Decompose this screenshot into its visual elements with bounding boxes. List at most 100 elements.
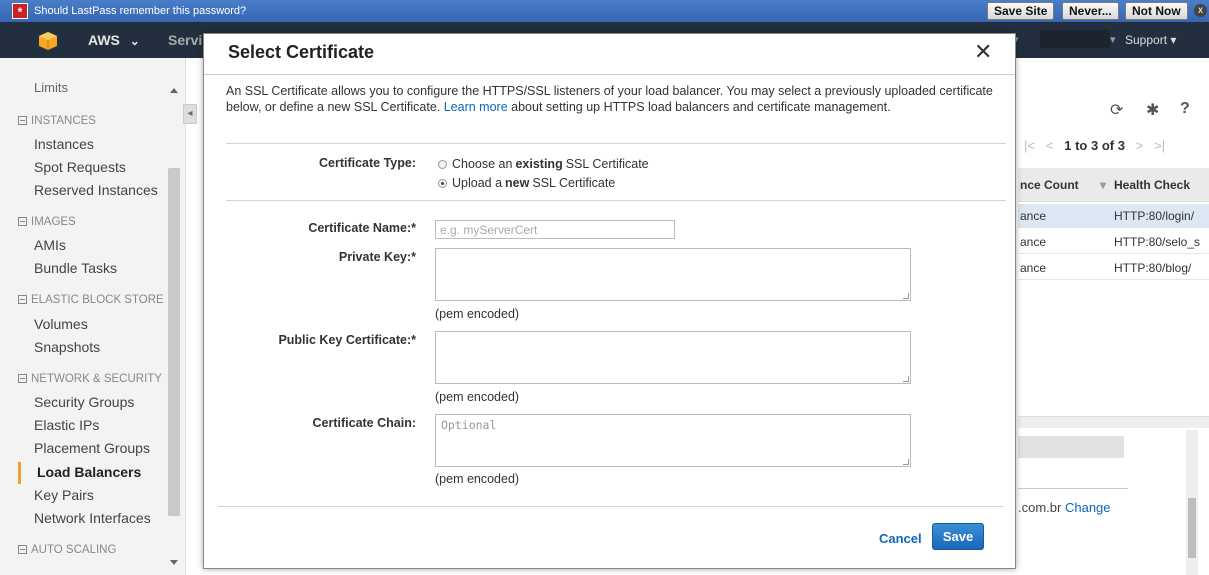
sidebar: Limits INSTANCES Instances Spot Requests…: [0, 58, 186, 575]
first-page-icon[interactable]: |<: [1024, 138, 1035, 153]
table-row[interactable]: ance HTTP:80/blog/: [1018, 256, 1209, 280]
scroll-up-icon[interactable]: [170, 88, 178, 93]
aws-brand-label: AWS: [88, 32, 120, 48]
refresh-icon[interactable]: ⟳: [1110, 100, 1123, 120]
sidebar-scrollbar[interactable]: [168, 168, 180, 516]
table-row[interactable]: ance HTTP:80/selo_s: [1018, 230, 1209, 254]
sidebar-section-auto-scaling[interactable]: AUTO SCALING: [18, 544, 116, 556]
prev-page-icon[interactable]: <: [1046, 138, 1054, 153]
services-menu[interactable]: Servi: [168, 32, 202, 48]
divider: [226, 200, 1006, 201]
sidebar-item-load-balancers[interactable]: Load Balancers: [37, 464, 141, 480]
dialog-title: Select Certificate: [228, 42, 375, 62]
certificate-name-input[interactable]: e.g. myServerCert: [435, 220, 675, 239]
divider: [204, 74, 1015, 75]
collapse-sidebar-icon[interactable]: ◂: [183, 104, 197, 124]
support-label: Support: [1125, 33, 1168, 47]
dns-name: .com.br Change: [1018, 500, 1111, 515]
sidebar-item-network-interfaces[interactable]: Network Interfaces: [34, 510, 151, 526]
save-site-button[interactable]: Save Site: [987, 2, 1055, 20]
column-instance-count[interactable]: nce Count: [1020, 178, 1079, 192]
sidebar-item-elastic-ips[interactable]: Elastic IPs: [34, 417, 99, 433]
select-certificate-dialog: Select Certificate ✕ An SSL Certificate …: [203, 33, 1016, 569]
collapse-icon: [18, 545, 27, 554]
sidebar-section-images[interactable]: IMAGES: [18, 216, 76, 228]
resize-handle[interactable]: [903, 459, 909, 465]
cancel-button[interactable]: Cancel: [879, 531, 922, 546]
sidebar-item-placement-groups[interactable]: Placement Groups: [34, 440, 150, 456]
collapse-icon: [18, 295, 27, 304]
load-balancer-list: ⟳ ✱ ? |< < 1 to 3 of 3 > >| nce Count ▾ …: [1018, 58, 1209, 575]
not-now-button[interactable]: Not Now: [1125, 2, 1188, 20]
collapse-icon: [18, 217, 27, 226]
lastpass-close-icon[interactable]: x: [1194, 4, 1207, 17]
private-key-textarea[interactable]: [435, 248, 911, 301]
sidebar-item-security-groups[interactable]: Security Groups: [34, 394, 134, 410]
public-key-textarea[interactable]: [435, 331, 911, 384]
sidebar-section-ebs[interactable]: ELASTIC BLOCK STORE: [18, 294, 164, 306]
aws-cube-icon[interactable]: [38, 31, 58, 51]
sidebar-item-spot-requests[interactable]: Spot Requests: [34, 159, 126, 175]
chevron-down-icon: ▾: [1110, 34, 1116, 46]
aws-menu[interactable]: AWS ⌄: [88, 32, 140, 48]
certificate-name-label: Certificate Name:*: [308, 221, 416, 235]
dialog-description: An SSL Certificate allows you to configu…: [226, 84, 993, 114]
chevron-down-icon: ⌄: [129, 34, 140, 48]
sort-icon[interactable]: ▾: [1100, 178, 1106, 192]
column-health-check[interactable]: Health Check: [1114, 178, 1190, 192]
resize-handle[interactable]: [903, 293, 909, 299]
sidebar-item-bundle-tasks[interactable]: Bundle Tasks: [34, 260, 117, 276]
radio-button[interactable]: [438, 159, 447, 169]
private-key-label: Private Key:*: [338, 250, 416, 264]
certificate-type-label: Certificate Type:: [318, 156, 416, 170]
private-key-hint: (pem encoded): [435, 307, 520, 321]
sidebar-item-amis[interactable]: AMIs: [34, 237, 66, 253]
learn-more-link[interactable]: Learn more: [444, 100, 508, 114]
sidebar-item-key-pairs[interactable]: Key Pairs: [34, 487, 94, 503]
support-menu[interactable]: Support ▾: [1125, 33, 1176, 47]
save-button[interactable]: Save: [932, 523, 984, 550]
pagination: |< < 1 to 3 of 3 > >|: [1024, 138, 1165, 153]
divider: [226, 143, 1006, 144]
certificate-chain-textarea[interactable]: Optional: [435, 414, 911, 467]
active-indicator: [18, 462, 21, 484]
certificate-chain-label: Certificate Chain:: [312, 416, 417, 430]
sidebar-section-network-security[interactable]: NETWORK & SECURITY: [18, 373, 162, 385]
resize-handle[interactable]: [903, 376, 909, 382]
sidebar-item-reserved-instances[interactable]: Reserved Instances: [34, 182, 158, 198]
divider: [218, 506, 1004, 507]
lastpass-icon: *: [12, 3, 28, 19]
never-button[interactable]: Never...: [1062, 2, 1119, 20]
table-header: nce Count ▾ Health Check: [1018, 168, 1209, 202]
gear-icon[interactable]: ✱: [1146, 100, 1159, 120]
radio-new-certificate[interactable]: Upload a new SSL Certificate: [438, 176, 615, 190]
divider: [1018, 488, 1128, 489]
table-row[interactable]: ance HTTP:80/login/: [1018, 204, 1209, 228]
collapse-icon: [18, 374, 27, 383]
public-key-label: Public Key Certificate:*: [278, 333, 416, 347]
lastpass-bar: * Should LastPass remember this password…: [0, 0, 1209, 22]
lastpass-message: Should LastPass remember this password?: [34, 5, 247, 17]
account-menu[interactable]: [1040, 30, 1110, 48]
next-page-icon[interactable]: >: [1136, 138, 1144, 153]
certificate-chain-hint: (pem encoded): [435, 472, 520, 486]
close-icon[interactable]: ✕: [974, 41, 992, 63]
sidebar-item-instances[interactable]: Instances: [34, 136, 94, 152]
page-range: 1 to 3 of 3: [1064, 138, 1125, 153]
chevron-down-icon: ▾: [1170, 33, 1177, 47]
radio-button-selected[interactable]: [438, 178, 447, 188]
collapse-icon: [18, 116, 27, 125]
scrollbar-thumb[interactable]: [1188, 498, 1196, 558]
details-tab-bar: [1018, 436, 1124, 458]
horizontal-scrollbar[interactable]: [1018, 416, 1209, 428]
sidebar-section-instances[interactable]: INSTANCES: [18, 115, 96, 127]
sidebar-item-snapshots[interactable]: Snapshots: [34, 339, 100, 355]
scroll-down-icon[interactable]: [170, 560, 178, 565]
change-link[interactable]: Change: [1065, 500, 1111, 515]
sidebar-item-limits[interactable]: Limits: [34, 80, 68, 95]
last-page-icon[interactable]: >|: [1154, 138, 1165, 153]
radio-existing-certificate[interactable]: Choose an existing SSL Certificate: [438, 157, 649, 171]
sidebar-item-volumes[interactable]: Volumes: [34, 316, 88, 332]
public-key-hint: (pem encoded): [435, 390, 520, 404]
help-icon[interactable]: ?: [1180, 100, 1190, 118]
